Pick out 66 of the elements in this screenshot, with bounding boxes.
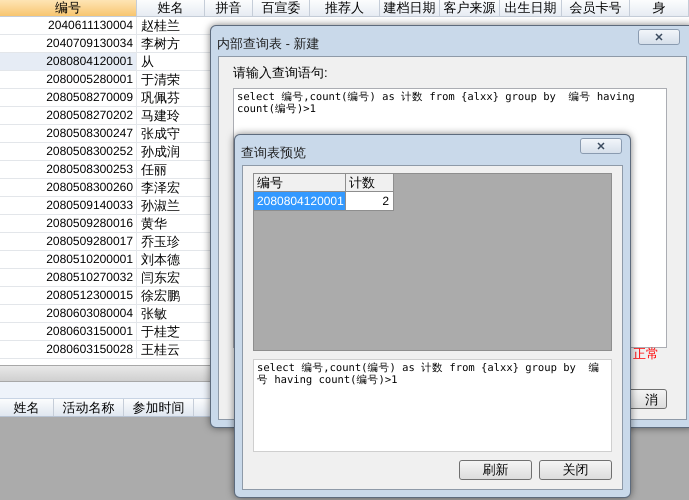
column-header[interactable]: 出生日期: [500, 0, 562, 16]
table-cell-text: 李泽宏: [140, 179, 181, 196]
table-cell-text: 张敏: [140, 305, 168, 322]
column-header[interactable]: 拼音: [205, 0, 253, 16]
table-cell: 2040709130034: [0, 35, 137, 52]
table-cell: 2080510200001: [0, 251, 137, 268]
close-button[interactable]: [580, 138, 622, 154]
table-cell-text: 李树方: [140, 35, 181, 52]
table-cell-text: 马建玲: [140, 107, 181, 124]
prompt-label: 请输入查询语句:: [233, 64, 328, 82]
table-cell-text: 乔玉珍: [140, 233, 181, 250]
column-header[interactable]: 百宣委: [253, 0, 310, 16]
table-cell: 2080603080004: [0, 305, 137, 322]
window-title: 内部查询表 - 新建: [217, 35, 320, 53]
table-cell: 2080512300015: [0, 287, 137, 304]
table-cell-text: 从: [140, 53, 155, 70]
column-header[interactable]: 会员卡号: [562, 0, 630, 16]
table-cell: 2080005280001: [0, 71, 137, 88]
close-icon: [653, 32, 665, 42]
table-cell: 2080509140033: [0, 197, 137, 214]
table-cell-text: 赵桂兰: [140, 17, 181, 34]
table-cell-text: 张成守: [140, 125, 181, 142]
column-header[interactable]: 建档日期: [380, 0, 440, 16]
table-cell-text: 于清荣: [140, 71, 181, 88]
table-cell: 2080508270009: [0, 89, 137, 106]
table-cell-text: 巩佩芬: [140, 89, 181, 106]
table-cell: 2080509280016: [0, 215, 137, 232]
column-header[interactable]: 身: [630, 0, 689, 16]
close-button[interactable]: [638, 29, 680, 45]
table-cell-text: 闫东宏: [140, 269, 181, 286]
table-cell: 2080508300253: [0, 161, 137, 178]
column-header[interactable]: 姓名: [137, 0, 205, 16]
table-cell: 2080603150001: [0, 323, 137, 340]
table-cell: 2080804120001: [254, 192, 346, 211]
table-cell-text: 徐宏鹏: [140, 287, 181, 304]
close-icon: [595, 141, 607, 151]
table-cell: 2080603150028: [0, 341, 137, 358]
table-cell: 2080509280017: [0, 233, 137, 250]
column-header[interactable]: 计数: [346, 174, 394, 192]
table-cell: 2080508300252: [0, 143, 137, 160]
column-header[interactable]: 编号: [0, 0, 137, 16]
column-header[interactable]: 推荐人: [310, 0, 380, 16]
table-cell-text: 刘本德: [140, 251, 181, 268]
table-cell: 2080508270202: [0, 107, 137, 124]
table-cell: 2080508300260: [0, 179, 137, 196]
column-header[interactable]: 客户来源: [440, 0, 500, 16]
column-header[interactable]: 活动名称: [54, 399, 124, 416]
table-cell-text: 孙成润: [140, 143, 181, 160]
window-title: 查询表预览: [241, 144, 306, 162]
column-header[interactable]: 编号: [254, 174, 346, 192]
query-field[interactable]: select 编号,count(编号) as 计数 from {alxx} group by 编号 having count(编号)>1: [253, 359, 612, 452]
table-cell: 2080508300247: [0, 125, 137, 142]
column-header[interactable]: 参加时间: [124, 399, 194, 416]
dialog-button[interactable]: 关闭: [539, 460, 612, 480]
table-cell-text: 孙淑兰: [140, 197, 181, 214]
table-cell-text: 于桂芝: [140, 323, 181, 340]
status-text: 正常: [633, 345, 659, 363]
table-cell: 2: [346, 192, 394, 211]
table-cell-text: 王桂云: [140, 341, 181, 358]
table-cell-text: 任丽: [140, 161, 168, 178]
table-cell: 2080510270032: [0, 269, 137, 286]
table-cell-text: 黄华: [140, 215, 168, 232]
column-header[interactable]: 姓名: [0, 399, 54, 416]
table-cell: 2040611130004: [0, 17, 137, 34]
table-cell: 2080804120001: [0, 53, 137, 70]
dialog-button[interactable]: 刷新: [459, 460, 532, 480]
